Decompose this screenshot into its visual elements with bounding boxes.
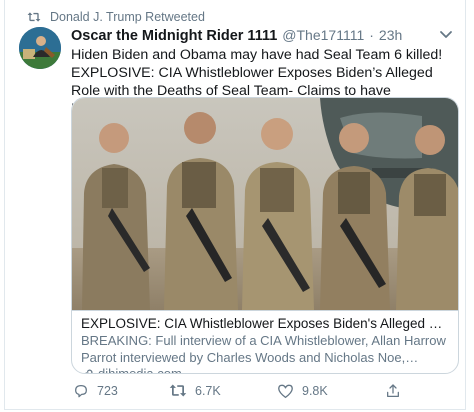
tweet-container[interactable]: Donald J. Trump Retweeted Oscar the Midn… — [4, 0, 466, 410]
tweet-header: Oscar the Midnight Rider 1111 @The171111… — [71, 27, 402, 46]
share-icon — [387, 384, 399, 397]
retweet-context: Donald J. Trump Retweeted — [27, 9, 205, 25]
heart-icon — [278, 384, 293, 399]
retweet-context-text[interactable]: Donald J. Trump Retweeted — [50, 10, 205, 24]
card-description: BREAKING: Full interview of a CIA Whistl… — [81, 333, 446, 365]
like-count: 9.8K — [302, 384, 328, 398]
share-button[interactable] — [385, 383, 401, 399]
link-card[interactable]: EXPLOSIVE: CIA Whistleblower Exposes Bid… — [71, 97, 459, 374]
reply-button[interactable]: 723 — [73, 383, 118, 399]
retweet-button[interactable]: 6.7K — [169, 383, 221, 398]
card-title[interactable]: EXPLOSIVE: CIA Whistleblower Exposes Bid… — [81, 315, 451, 332]
user-handle[interactable]: @The171111 — [282, 27, 364, 43]
separator: · — [369, 27, 374, 43]
tweet-actions: 723 6.7K 9.8K — [71, 383, 459, 403]
like-button[interactable]: 9.8K — [277, 383, 328, 399]
retweet-icon — [169, 384, 187, 397]
card-image[interactable] — [72, 98, 459, 310]
reply-icon — [75, 385, 87, 398]
card-body[interactable]: EXPLOSIVE: CIA Whistleblower Exposes Bid… — [72, 310, 458, 374]
retweet-icon — [27, 12, 41, 22]
reply-count: 723 — [97, 384, 118, 398]
timestamp[interactable]: 23h — [379, 27, 402, 43]
retweet-count: 6.7K — [195, 383, 221, 398]
avatar[interactable] — [19, 27, 61, 69]
chevron-down-icon[interactable] — [439, 30, 453, 40]
display-name[interactable]: Oscar the Midnight Rider 1111 — [71, 28, 277, 44]
link-icon — [84, 369, 93, 373]
card-domain[interactable]: djhjmedia.com — [81, 366, 451, 374]
card-domain-text: djhjmedia.com — [98, 366, 182, 374]
